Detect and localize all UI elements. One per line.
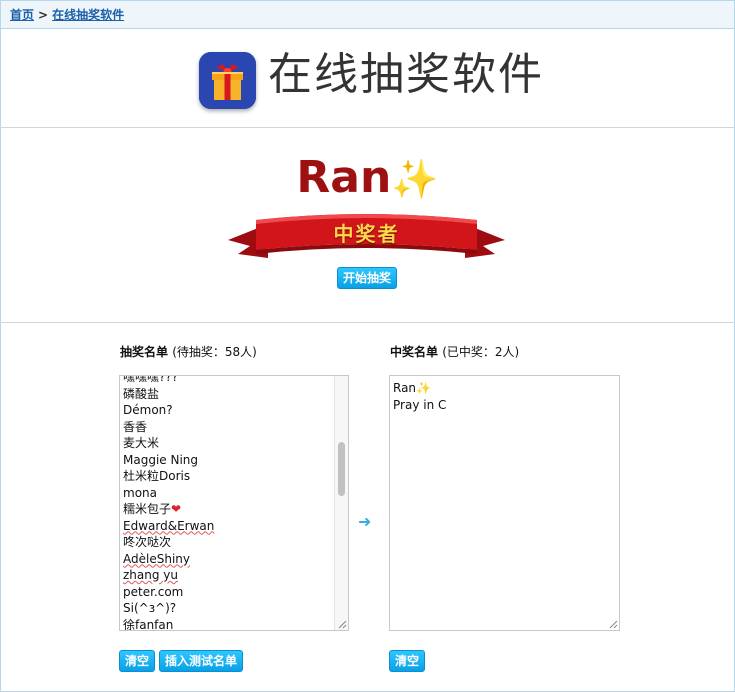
resize-handle-icon[interactable] xyxy=(337,619,347,629)
list-item-text: Démon? xyxy=(123,403,173,417)
pool-clear-button[interactable]: 清空 xyxy=(119,650,155,672)
list-item-text: 杜米粒Doris xyxy=(123,469,191,483)
list-item: zhang yu xyxy=(123,567,332,584)
list-item-text: Ran✨ xyxy=(393,381,431,395)
list-item: 嘿嘿嘿??? xyxy=(123,375,332,386)
list-item: Edward&Erwan xyxy=(123,518,332,535)
heart-icon: ❤ xyxy=(171,502,182,516)
list-item-text: Maggie Ning xyxy=(123,452,199,467)
winner-display: Ran✨ 中奖者 开始抽奖 xyxy=(0,128,735,323)
insert-test-list-button[interactable]: 插入测试名单 xyxy=(159,650,243,672)
breadcrumb: 首页 > 在线抽奖软件 xyxy=(0,0,735,29)
page-title: 在线抽奖软件 xyxy=(268,49,544,100)
start-draw-button[interactable]: 开始抽奖 xyxy=(337,267,397,289)
pool-list: 嘿嘿嘿??? 磷酸盐 Démon? 香香麦大米 Maggie Ning 杜米粒Doris m… xyxy=(123,375,332,631)
breadcrumb-separator: > xyxy=(38,8,49,22)
winners-clear-button[interactable]: 清空 xyxy=(389,650,425,672)
list-item-text: AdèleShiny xyxy=(123,551,190,566)
gift-box-icon xyxy=(199,52,256,109)
list-item-text: Edward&Erwan xyxy=(123,518,215,533)
breadcrumb-home-link[interactable]: 首页 xyxy=(10,8,34,22)
list-item: Maggie Ning xyxy=(123,452,332,469)
page-header: 在线抽奖软件 xyxy=(0,29,735,128)
winners-label: 中奖名单 (已中奖：2人) xyxy=(390,343,519,360)
list-item-text: zhang yu xyxy=(123,568,179,582)
ribbon-label: 中奖者 xyxy=(333,222,400,246)
pool-status: (待抽奖：58人) xyxy=(172,345,257,359)
winner-ribbon: 中奖者 xyxy=(228,210,505,268)
list-item-text: 磷酸盐 xyxy=(123,386,160,401)
list-item: 糯米包子❤ xyxy=(123,501,332,518)
pool-scrollbar[interactable] xyxy=(334,376,348,630)
list-item: AdèleShiny xyxy=(123,551,332,568)
list-item: 香香 xyxy=(123,419,332,436)
list-item-text: 徐fanfan xyxy=(123,617,174,631)
sparkle-icon: ✨ xyxy=(391,157,439,201)
pool-scroll-thumb[interactable] xyxy=(338,442,345,496)
list-item-text: 香香 xyxy=(123,419,148,434)
list-item-text: 糯米包子 xyxy=(123,502,172,516)
list-item-text: mona xyxy=(123,485,157,500)
list-item-text: 麦大米 xyxy=(123,436,160,450)
list-item: 杜米粒Doris xyxy=(123,468,332,485)
winners-list-textarea[interactable]: Ran✨ Pray in C xyxy=(389,375,620,631)
winners-list: Ran✨ Pray in C xyxy=(393,380,603,413)
pool-label: 抽奖名单 (待抽奖：58人) xyxy=(120,343,257,360)
winner-name-text: Ran xyxy=(296,152,392,203)
list-item-text: Si(^з^)? xyxy=(123,601,177,615)
resize-handle-icon[interactable] xyxy=(608,619,618,629)
list-item-text: Pray in C xyxy=(393,397,447,412)
list-item: 麦大米 xyxy=(123,435,332,452)
winners-status: (已中奖：2人) xyxy=(442,345,520,359)
list-item-text: 咚次哒次 xyxy=(123,535,172,549)
list-item: 咚次哒次 xyxy=(123,534,332,551)
pool-label-title: 抽奖名单 xyxy=(120,345,169,359)
arrow-right-icon: ➜ xyxy=(358,512,372,531)
breadcrumb-current-link[interactable]: 在线抽奖软件 xyxy=(52,8,124,22)
winners-label-title: 中奖名单 xyxy=(390,345,439,359)
list-item: peter.com xyxy=(123,584,332,601)
current-winner: Ran✨ xyxy=(0,150,735,207)
list-item: Pray in C xyxy=(393,397,603,414)
list-item-text: 嘿嘿嘿??? xyxy=(123,375,179,384)
list-item: Si(^з^)? xyxy=(123,600,332,617)
pool-list-textarea[interactable]: 嘿嘿嘿??? 磷酸盐 Démon? 香香麦大米 Maggie Ning 杜米粒Doris m… xyxy=(119,375,349,631)
list-item: 徐fanfan xyxy=(123,617,332,631)
list-item-text: peter.com xyxy=(123,584,184,599)
list-item: Ran✨ xyxy=(393,380,603,397)
list-item: 磷酸盐 xyxy=(123,386,332,403)
list-item: Démon? xyxy=(123,402,332,419)
list-item: mona xyxy=(123,485,332,502)
